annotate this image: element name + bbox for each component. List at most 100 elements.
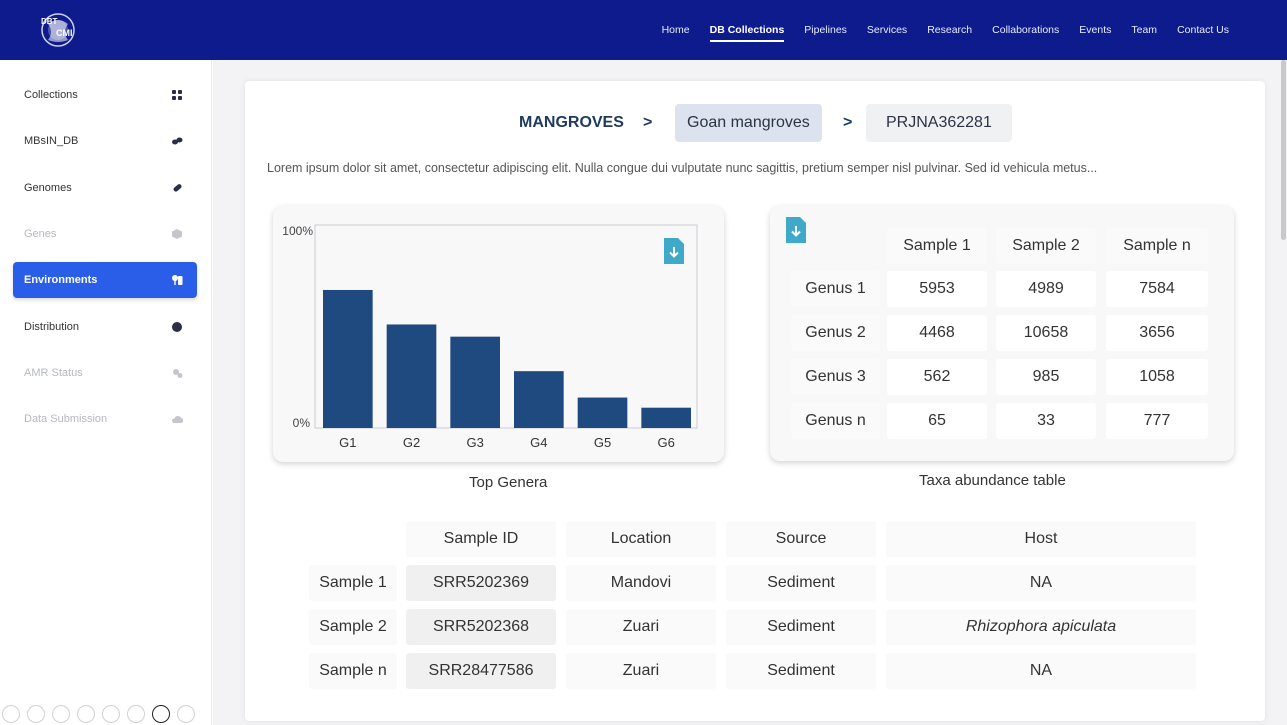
- nav-link-db-collections[interactable]: DB Collections: [700, 0, 795, 60]
- samples-row-label: Sample 1: [309, 565, 397, 601]
- bar-G5[interactable]: [577, 397, 628, 428]
- sidebar-item-label: Collections: [24, 89, 78, 101]
- samples-column-header: Location: [566, 521, 716, 557]
- samples-cell: Sediment: [726, 565, 876, 601]
- playback-toolbar: [2, 705, 195, 723]
- sidebar-item-environments[interactable]: Environments: [13, 262, 197, 299]
- abundance-column-header: Sample 2: [996, 228, 1096, 264]
- nav-link-team[interactable]: Team: [1121, 0, 1167, 60]
- top-genera-chart-panel: G1 G2 G3 G4 G5 G6 0% 100%: [273, 206, 724, 462]
- abundance-cell: 7584: [1106, 271, 1208, 307]
- play-icon[interactable]: [27, 705, 45, 723]
- sidebar-item-label: Data Submission: [24, 413, 108, 426]
- nav-link-contact-us[interactable]: Contact Us: [1167, 0, 1239, 60]
- bar-G1[interactable]: [323, 289, 373, 428]
- sample-id-cell[interactable]: SRR28477586: [406, 653, 556, 689]
- sample-id-cell[interactable]: SRR5202369: [406, 565, 556, 601]
- bar-G4[interactable]: [514, 371, 564, 428]
- x-tick-label: G4: [530, 435, 547, 450]
- bar-G6[interactable]: [641, 407, 691, 428]
- samples-column-header: Sample ID: [406, 521, 556, 557]
- sidebar-item-genomes[interactable]: Genomes: [13, 170, 197, 206]
- abundance-cell: 4989: [996, 271, 1096, 307]
- samples-column-header: Source: [726, 521, 876, 557]
- x-tick-label: G3: [466, 435, 483, 450]
- capsule-icon: [173, 183, 182, 192]
- sidebar-item-data-submission[interactable]: Data Submission: [13, 401, 197, 437]
- abundance-cell: 65: [887, 403, 987, 439]
- abundance-row-label: Genus 2: [791, 315, 880, 351]
- more-icon[interactable]: [177, 705, 195, 723]
- zoom-icon[interactable]: [102, 705, 120, 723]
- download-icon[interactable]: [663, 237, 685, 265]
- sidebar-item-label: Genomes: [24, 181, 72, 194]
- taxa-abundance-panel: Sample 1 Sample 2 Sample n Genus 1 5953 4989 7…: [770, 206, 1234, 461]
- sidebar-item-genes[interactable]: Genes: [13, 216, 197, 252]
- top-genera-chart: G1 G2 G3 G4 G5 G6 0% 100%: [282, 224, 698, 450]
- abundance-column-header: Sample 1: [887, 228, 987, 264]
- breadcrumb-mangroves[interactable]: MANGROVES: [519, 104, 624, 142]
- sidebar-item-label: MBsIN_DB: [24, 135, 79, 148]
- samples-cell: Sediment: [726, 653, 876, 689]
- nav-link-collaborations[interactable]: Collaborations: [982, 0, 1069, 60]
- abundance-row-label: Genus 1: [791, 271, 880, 307]
- sidebar-item-mbsin-db[interactable]: MBsIN_DB: [13, 123, 197, 159]
- samples-cell: Zuari: [566, 653, 716, 689]
- samples-row-label: Sample 2: [309, 609, 397, 645]
- abundance-cell: 5953: [887, 271, 987, 307]
- cloud-icon: [172, 416, 183, 424]
- sidebar-item-collections[interactable]: Collections: [13, 77, 197, 113]
- dbt-cmi-logo[interactable]: DBT CMI: [36, 10, 80, 50]
- samples-cell: Mandovi: [566, 565, 716, 601]
- sample-id-cell[interactable]: SRR5202368: [406, 609, 556, 645]
- page-scrollbar[interactable]: [1281, 60, 1286, 240]
- svg-text:DBT: DBT: [41, 17, 58, 26]
- samples-row-label: Sample n: [309, 653, 397, 689]
- tree-icon: [172, 275, 183, 286]
- nav-link-events[interactable]: Events: [1069, 0, 1121, 60]
- samples-column-header: Host: [886, 521, 1196, 557]
- nav-link-services[interactable]: Services: [857, 0, 917, 60]
- top-navbar: DBT CMI Home DB Collections Pipelines Servi…: [0, 0, 1287, 60]
- sidebar: Collections MBsIN_DB Genomes Genes Environme…: [0, 60, 212, 725]
- breadcrumb-project-id: PRJNA362281: [866, 104, 1012, 142]
- back-icon[interactable]: [2, 705, 20, 723]
- abundance-cell: 777: [1106, 403, 1208, 439]
- abundance-cell: 985: [996, 359, 1096, 395]
- abundance-cell: 4468: [887, 315, 987, 351]
- abundance-cell: 562: [887, 359, 987, 395]
- abundance-cell: 1058: [1106, 359, 1208, 395]
- sidebar-item-amr-status[interactable]: AMR Status: [13, 355, 197, 391]
- bar-G2[interactable]: [386, 324, 437, 428]
- bar-G3[interactable]: [450, 336, 500, 428]
- breadcrumb-separator: >: [643, 114, 653, 131]
- x-tick-label: G1: [339, 435, 356, 450]
- breadcrumb-goan-mangroves[interactable]: Goan mangroves: [675, 104, 822, 142]
- cube-icon: [172, 228, 182, 239]
- samples-cell: NA: [886, 653, 1196, 689]
- description-text: Lorem ipsum dolor sit amet, consectetur …: [267, 161, 1098, 175]
- grid-icon: [172, 90, 182, 100]
- sidebar-item-label: Environments: [24, 274, 98, 287]
- y-tick-label: 100%: [282, 224, 313, 238]
- nav-link-home[interactable]: Home: [652, 0, 700, 60]
- nav-link-pipelines[interactable]: Pipelines: [794, 0, 857, 60]
- chart-caption: Top Genera: [469, 474, 548, 491]
- x-tick-label: G2: [403, 435, 420, 450]
- samples-cell: Rhizophora apiculata: [886, 609, 1196, 645]
- sidebar-item-distribution[interactable]: Distribution: [13, 309, 197, 345]
- abundance-cell: 33: [996, 403, 1096, 439]
- pen-icon[interactable]: [52, 705, 70, 723]
- download-icon[interactable]: [785, 216, 807, 244]
- caption-icon[interactable]: [127, 705, 145, 723]
- abundance-row-label: Genus 3: [791, 359, 880, 395]
- virus-icon: [173, 368, 183, 378]
- x-tick-label: G6: [657, 435, 674, 450]
- nav-link-research[interactable]: Research: [917, 0, 982, 60]
- svg-text:CMI: CMI: [56, 28, 73, 38]
- samples-cell: NA: [886, 565, 1196, 601]
- abundance-row-label: Genus n: [791, 403, 880, 439]
- camera-icon[interactable]: [152, 705, 170, 723]
- abundance-column-header: Sample n: [1106, 228, 1208, 264]
- copy-icon[interactable]: [77, 705, 95, 723]
